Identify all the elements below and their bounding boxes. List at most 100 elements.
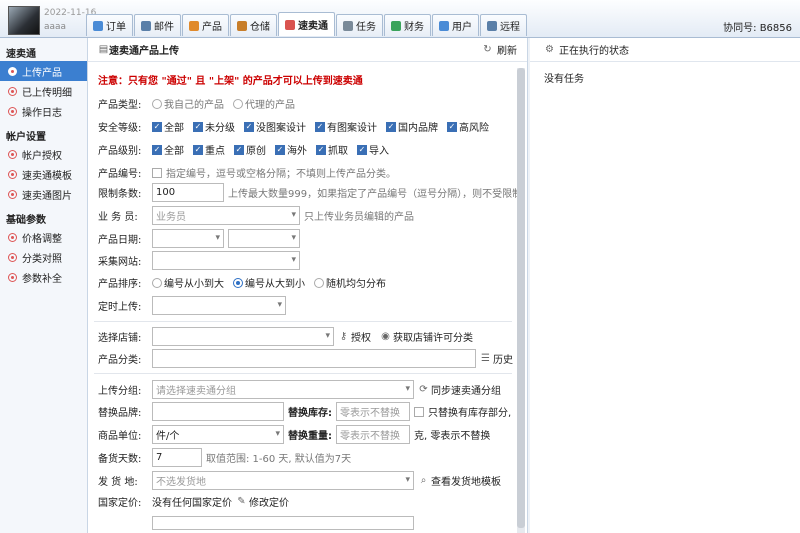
status-empty: 没有任务	[544, 74, 584, 85]
brand-input[interactable]	[152, 402, 284, 421]
date-from-select[interactable]	[152, 229, 224, 248]
template-select[interactable]	[152, 516, 414, 530]
security-checkbox-0[interactable]: ✓ 全部	[152, 119, 184, 134]
check-icon: ✓	[193, 144, 203, 155]
tab-4[interactable]: 速卖通	[278, 12, 335, 36]
user-icon	[439, 20, 449, 31]
bullet-icon	[8, 169, 17, 179]
weight-label: 替换重量:	[288, 431, 332, 442]
timer-select[interactable]	[152, 296, 286, 315]
stock-input[interactable]: 零表示不替换	[336, 402, 410, 421]
tab-1[interactable]: 邮件	[134, 14, 181, 36]
level-checkbox-0[interactable]: ✓ 全部	[152, 142, 184, 157]
salesman-select[interactable]: 业务员	[152, 206, 300, 225]
sidebar-group-title: 基础参数	[6, 215, 46, 226]
aliexpress-icon	[285, 19, 295, 30]
tab-8[interactable]: 远程	[480, 14, 527, 36]
level-checkbox-4[interactable]: ✓ 抓取	[316, 142, 348, 157]
check-icon: ✓	[316, 144, 326, 155]
security-checkbox-1[interactable]: ✓ 未分级	[193, 119, 235, 134]
auth-button[interactable]: ⚷ 授权	[338, 329, 371, 344]
main-tabs: 订单 邮件 产品 仓储 速卖通 任务 财务 用户 远程	[86, 12, 528, 36]
level-checkbox-2[interactable]: ✓ 原创	[234, 142, 266, 157]
limit-input[interactable]: 100	[152, 183, 224, 202]
limit-label: 限制条数:	[98, 189, 142, 200]
timer-label: 定时上传:	[98, 302, 142, 313]
group-select[interactable]: 请选择速卖通分组	[152, 380, 414, 399]
days-input[interactable]: 7	[152, 448, 202, 467]
tab-5[interactable]: 任务	[336, 14, 383, 36]
site-select[interactable]	[152, 251, 300, 270]
limit-hint: 上传最大数量999，如果指定了产品编号（逗号分隔），则不受限制	[228, 189, 523, 200]
refresh-button[interactable]: ↻ 刷新	[482, 42, 517, 57]
level-checkbox-3[interactable]: ✓ 海外	[275, 142, 307, 157]
view-ship-template-button[interactable]: ⌕ 查看发货地模板	[418, 473, 501, 488]
sidebar-item[interactable]: 操作日志	[0, 101, 87, 121]
sidebar-item[interactable]: 参数补全	[0, 267, 87, 287]
avatar[interactable]	[8, 6, 40, 35]
finance-icon	[391, 20, 401, 31]
date-to-select[interactable]	[228, 229, 300, 248]
level-checkbox-1[interactable]: ✓ 重点	[193, 142, 225, 157]
category-input[interactable]	[152, 349, 476, 368]
scrollbar[interactable]	[517, 68, 525, 533]
security-checkbox-5[interactable]: ✓ 高风险	[447, 119, 489, 134]
code-checkbox[interactable]	[152, 167, 162, 178]
tab-3[interactable]: 仓储	[230, 14, 277, 36]
ship-select[interactable]: 不选发货地	[152, 471, 414, 490]
order-icon	[93, 20, 103, 31]
top-bar: 2022-11-16 aaaa 订单 邮件 产品 仓储 速卖通 任务 财务 用户 远程 协同号:…	[0, 0, 800, 38]
sidebar-item[interactable]: 已上传明细	[0, 81, 87, 101]
edit-icon: ✎	[237, 496, 246, 507]
days-label: 备货天数:	[98, 454, 142, 465]
sort-random-radio[interactable]: 随机均匀分布	[314, 275, 386, 290]
sidebar-item-label: 价格调整	[22, 233, 62, 245]
tab-7[interactable]: 用户	[432, 14, 479, 36]
sort-desc-radio[interactable]: 编号从大到小	[233, 275, 305, 290]
sidebar-item[interactable]: 价格调整	[0, 227, 87, 247]
bullet-icon	[8, 106, 17, 116]
history-button[interactable]: ☰ 历史	[480, 351, 513, 366]
sidebar-group-title: 速卖通	[6, 49, 36, 60]
sync-group-button[interactable]: ⟳ 同步速卖通分组	[418, 382, 501, 397]
sidebar-item-label: 参数补全	[22, 273, 62, 285]
check-icon: ✓	[315, 121, 325, 132]
security-checkbox-3[interactable]: ✓ 有图案设计	[315, 119, 377, 134]
checkbox-label: 未分级	[205, 123, 235, 134]
sidebar-item-label: 操作日志	[22, 107, 62, 119]
account-id: 协同号: B6856	[723, 23, 792, 34]
tab-label: 邮件	[154, 22, 174, 33]
tab-0[interactable]: 订单	[86, 14, 133, 36]
security-checkbox-4[interactable]: ✓ 国内品牌	[386, 119, 438, 134]
security-checkbox-2[interactable]: ✓ 没图案设计	[244, 119, 306, 134]
weight-input[interactable]: 零表示不替换	[336, 425, 410, 444]
unit-select[interactable]: 件/个	[152, 425, 284, 444]
edit-price-button[interactable]: ✎ 修改定价	[236, 494, 289, 509]
sidebar-item[interactable]: 速卖通图片	[0, 184, 87, 204]
scrollbar-thumb[interactable]	[517, 68, 525, 528]
sidebar-item[interactable]: 上传产品	[0, 61, 87, 81]
search-icon: ⌕	[420, 475, 427, 486]
product-type-own-radio[interactable]: 我自己的产品	[152, 96, 224, 111]
sidebar-item[interactable]: 帐户授权	[0, 144, 87, 164]
weight-hint: 克, 零表示不替换	[414, 431, 491, 442]
tab-6[interactable]: 财务	[384, 14, 431, 36]
sort-asc-radio[interactable]: 编号从小到大	[152, 275, 224, 290]
product-type-agent-radio[interactable]: 代理的产品	[233, 96, 295, 111]
sidebar: 速卖通 上传产品 已上传明细 操作日志 帐户设置 帐户授权 速卖通模板 速卖通图片 基础参数 价格…	[0, 38, 88, 533]
sidebar-item[interactable]: 分类对照	[0, 247, 87, 267]
brand-label: 替换品牌:	[98, 408, 142, 419]
checkbox-label: 重点	[205, 146, 225, 157]
country-value: 没有任何国家定价	[152, 498, 232, 509]
divider	[94, 321, 512, 322]
store-select[interactable]	[152, 327, 334, 346]
level-checkbox-5[interactable]: ✓ 导入	[357, 142, 389, 157]
sidebar-item[interactable]: 速卖通模板	[0, 164, 87, 184]
fetch-category-button[interactable]: ◉ 获取店铺许可分类	[380, 329, 473, 344]
remote-icon	[487, 20, 497, 31]
tab-2[interactable]: 产品	[182, 14, 229, 36]
checkbox-label: 有图案设计	[327, 123, 377, 134]
product-type-label: 产品类型:	[98, 100, 142, 111]
check-icon: ✓	[244, 121, 254, 132]
stock-checkbox[interactable]	[414, 406, 424, 417]
